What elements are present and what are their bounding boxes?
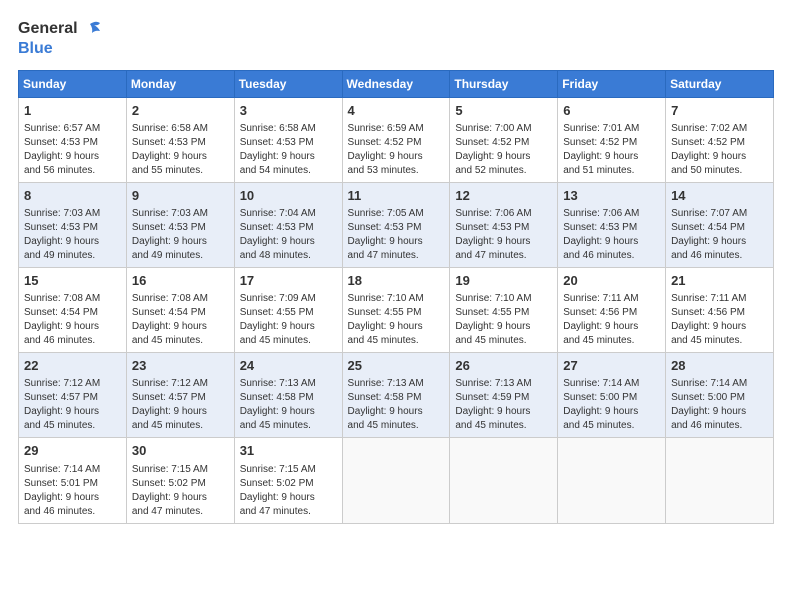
- table-row: [450, 438, 558, 523]
- column-header-wednesday: Wednesday: [342, 70, 450, 97]
- table-row: 22Sunrise: 7:12 AMSunset: 4:57 PMDayligh…: [19, 353, 127, 438]
- table-row: 20Sunrise: 7:11 AMSunset: 4:56 PMDayligh…: [558, 267, 666, 352]
- table-row: 24Sunrise: 7:13 AMSunset: 4:58 PMDayligh…: [234, 353, 342, 438]
- column-header-saturday: Saturday: [666, 70, 774, 97]
- calendar-week-5: 29Sunrise: 7:14 AMSunset: 5:01 PMDayligh…: [19, 438, 774, 523]
- table-row: 1Sunrise: 6:57 AMSunset: 4:53 PMDaylight…: [19, 97, 127, 182]
- column-header-tuesday: Tuesday: [234, 70, 342, 97]
- table-row: 9Sunrise: 7:03 AMSunset: 4:53 PMDaylight…: [126, 182, 234, 267]
- table-row: 31Sunrise: 7:15 AMSunset: 5:02 PMDayligh…: [234, 438, 342, 523]
- calendar-table: SundayMondayTuesdayWednesdayThursdayFrid…: [18, 70, 774, 524]
- table-row: 15Sunrise: 7:08 AMSunset: 4:54 PMDayligh…: [19, 267, 127, 352]
- logo-bird-icon: [80, 18, 102, 40]
- calendar-header-row: SundayMondayTuesdayWednesdayThursdayFrid…: [19, 70, 774, 97]
- table-row: 4Sunrise: 6:59 AMSunset: 4:52 PMDaylight…: [342, 97, 450, 182]
- table-row: 23Sunrise: 7:12 AMSunset: 4:57 PMDayligh…: [126, 353, 234, 438]
- table-row: 27Sunrise: 7:14 AMSunset: 5:00 PMDayligh…: [558, 353, 666, 438]
- calendar-week-1: 1Sunrise: 6:57 AMSunset: 4:53 PMDaylight…: [19, 97, 774, 182]
- calendar-week-3: 15Sunrise: 7:08 AMSunset: 4:54 PMDayligh…: [19, 267, 774, 352]
- logo-text-blue: Blue: [18, 40, 53, 58]
- table-row: 30Sunrise: 7:15 AMSunset: 5:02 PMDayligh…: [126, 438, 234, 523]
- table-row: 11Sunrise: 7:05 AMSunset: 4:53 PMDayligh…: [342, 182, 450, 267]
- logo-text-general: General: [18, 20, 78, 38]
- table-row: 17Sunrise: 7:09 AMSunset: 4:55 PMDayligh…: [234, 267, 342, 352]
- table-row: 28Sunrise: 7:14 AMSunset: 5:00 PMDayligh…: [666, 353, 774, 438]
- table-row: 2Sunrise: 6:58 AMSunset: 4:53 PMDaylight…: [126, 97, 234, 182]
- table-row: 7Sunrise: 7:02 AMSunset: 4:52 PMDaylight…: [666, 97, 774, 182]
- table-row: [558, 438, 666, 523]
- table-row: 14Sunrise: 7:07 AMSunset: 4:54 PMDayligh…: [666, 182, 774, 267]
- table-row: 25Sunrise: 7:13 AMSunset: 4:58 PMDayligh…: [342, 353, 450, 438]
- page-header: General Blue: [18, 18, 774, 58]
- logo-container: General Blue: [18, 18, 102, 58]
- calendar-week-4: 22Sunrise: 7:12 AMSunset: 4:57 PMDayligh…: [19, 353, 774, 438]
- column-header-friday: Friday: [558, 70, 666, 97]
- column-header-thursday: Thursday: [450, 70, 558, 97]
- table-row: [342, 438, 450, 523]
- table-row: 13Sunrise: 7:06 AMSunset: 4:53 PMDayligh…: [558, 182, 666, 267]
- table-row: 21Sunrise: 7:11 AMSunset: 4:56 PMDayligh…: [666, 267, 774, 352]
- table-row: 3Sunrise: 6:58 AMSunset: 4:53 PMDaylight…: [234, 97, 342, 182]
- table-row: 8Sunrise: 7:03 AMSunset: 4:53 PMDaylight…: [19, 182, 127, 267]
- column-header-sunday: Sunday: [19, 70, 127, 97]
- column-header-monday: Monday: [126, 70, 234, 97]
- table-row: 5Sunrise: 7:00 AMSunset: 4:52 PMDaylight…: [450, 97, 558, 182]
- table-row: 26Sunrise: 7:13 AMSunset: 4:59 PMDayligh…: [450, 353, 558, 438]
- table-row: 6Sunrise: 7:01 AMSunset: 4:52 PMDaylight…: [558, 97, 666, 182]
- table-row: 18Sunrise: 7:10 AMSunset: 4:55 PMDayligh…: [342, 267, 450, 352]
- table-row: [666, 438, 774, 523]
- table-row: 29Sunrise: 7:14 AMSunset: 5:01 PMDayligh…: [19, 438, 127, 523]
- logo: General Blue: [18, 18, 102, 58]
- calendar-week-2: 8Sunrise: 7:03 AMSunset: 4:53 PMDaylight…: [19, 182, 774, 267]
- table-row: 16Sunrise: 7:08 AMSunset: 4:54 PMDayligh…: [126, 267, 234, 352]
- table-row: 12Sunrise: 7:06 AMSunset: 4:53 PMDayligh…: [450, 182, 558, 267]
- table-row: 19Sunrise: 7:10 AMSunset: 4:55 PMDayligh…: [450, 267, 558, 352]
- table-row: 10Sunrise: 7:04 AMSunset: 4:53 PMDayligh…: [234, 182, 342, 267]
